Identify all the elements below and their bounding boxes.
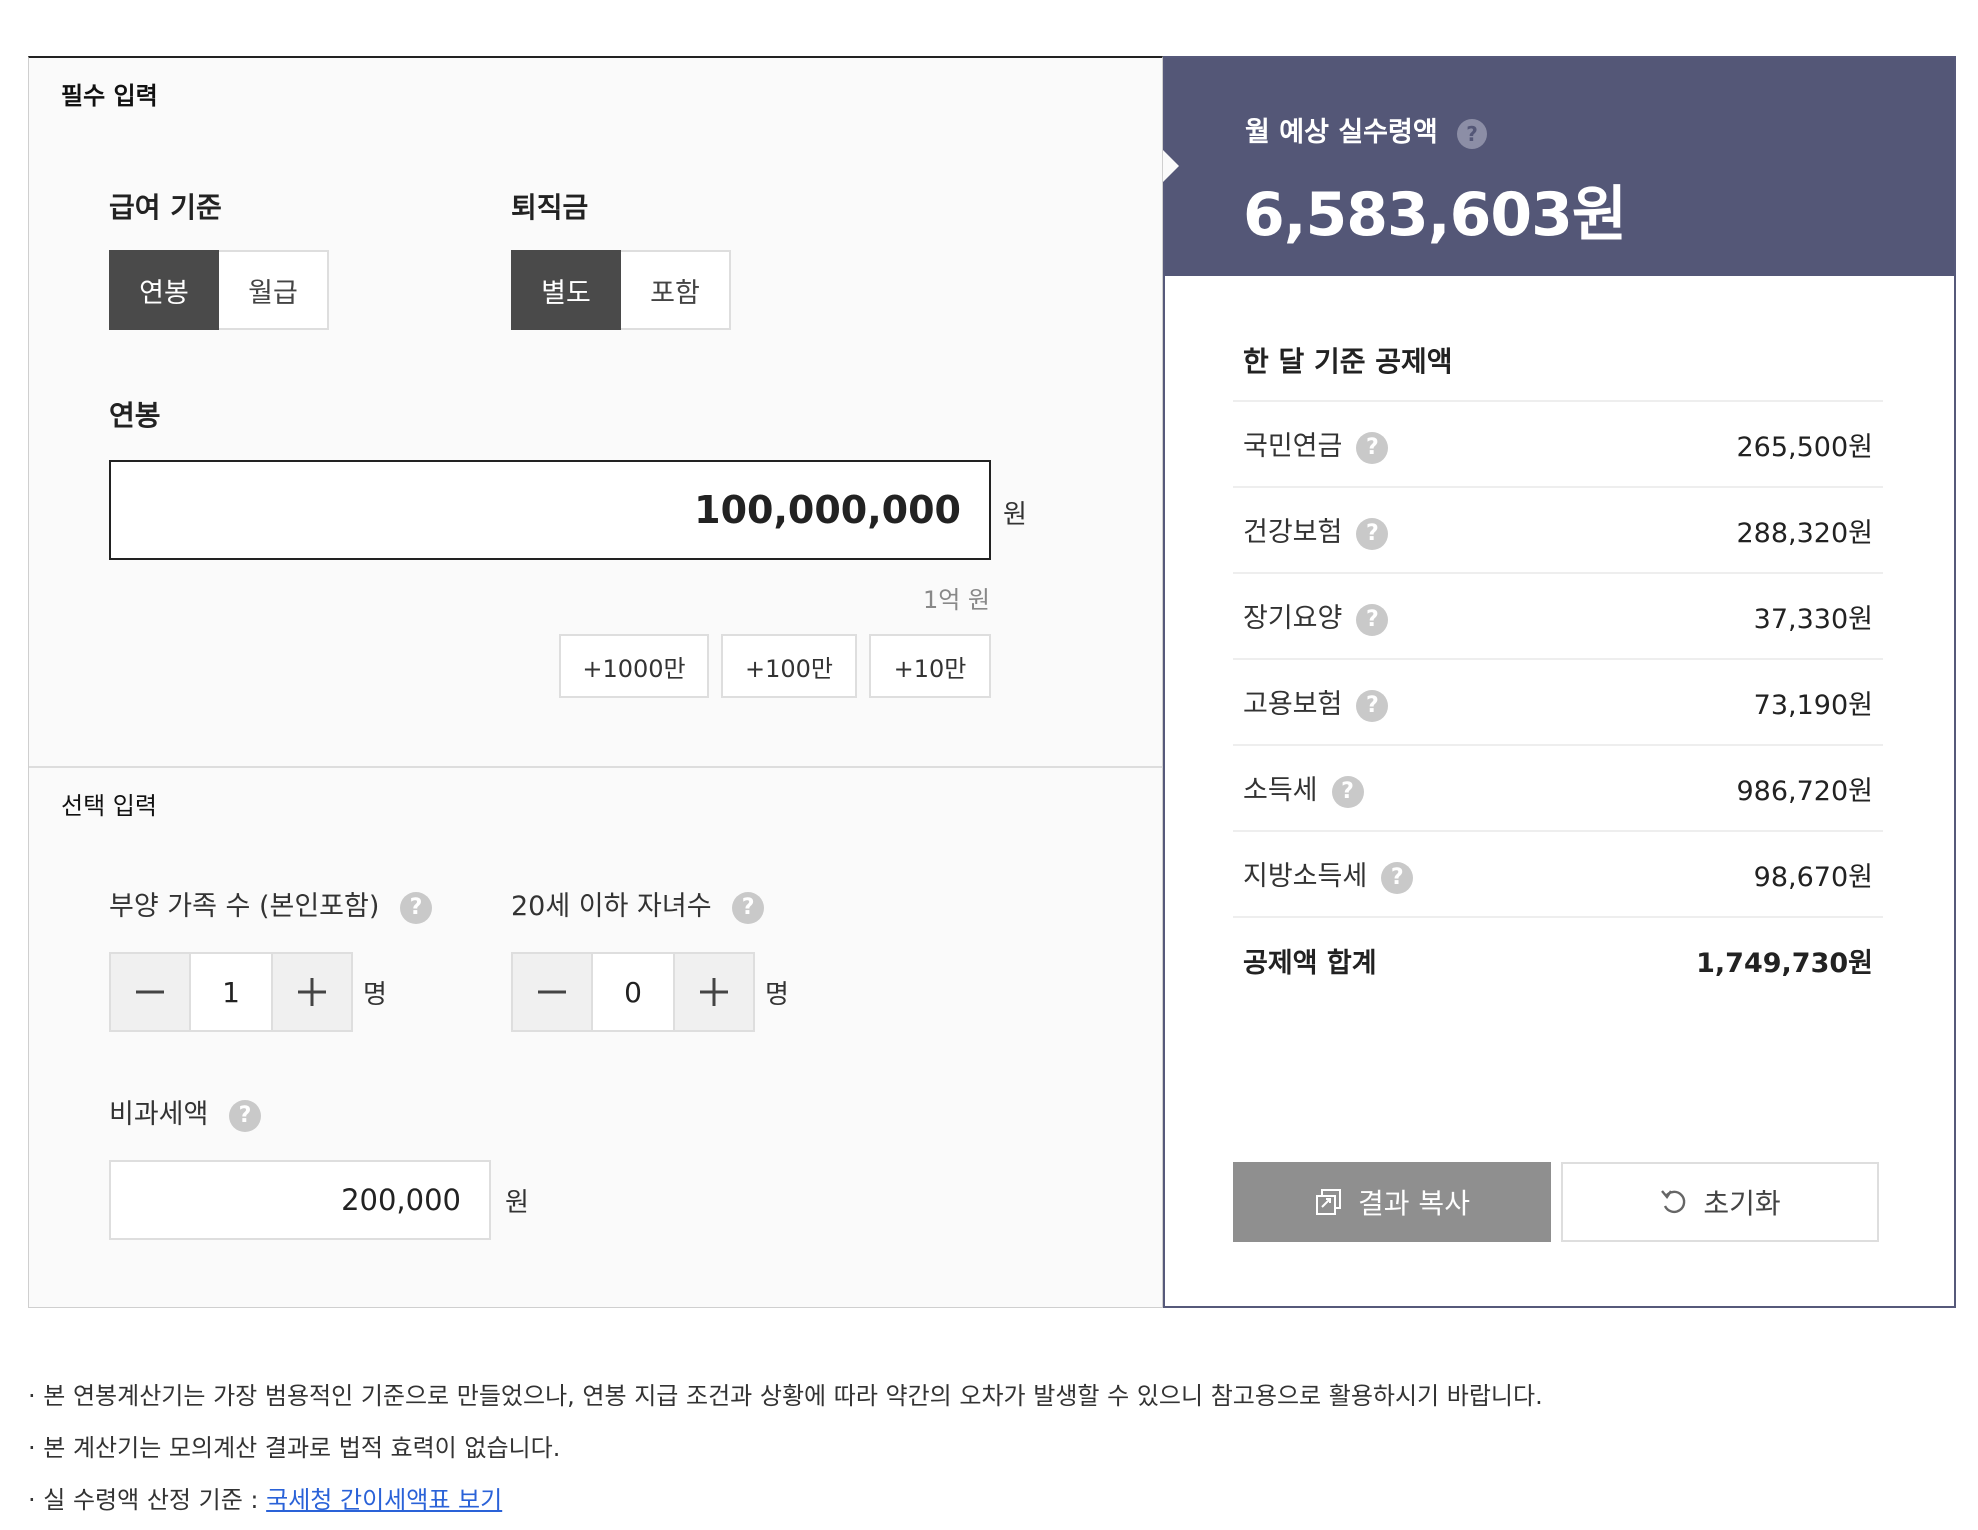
health-help-icon[interactable]: ? xyxy=(1356,517,1389,550)
local-tax-help-icon[interactable]: ? xyxy=(1381,861,1414,894)
minus-icon xyxy=(538,990,566,994)
children-value[interactable]: 0 xyxy=(591,954,675,1030)
dependents-unit: 명 xyxy=(363,980,387,1010)
tax-table-link[interactable]: 국세청 간이세액표 보기 xyxy=(266,1486,502,1514)
deduction-value: 37,330원 xyxy=(1753,603,1873,635)
deduction-name: 건강보험 xyxy=(1243,517,1343,549)
nontax-label: 비과세액 ? xyxy=(109,1092,261,1132)
longterm-care-help-icon[interactable]: ? xyxy=(1356,603,1389,636)
net-pay-amount: 6,583,603원 xyxy=(1243,180,1627,250)
deduction-row-total: 공제액 합계 1,749,730원 xyxy=(1233,916,1883,1002)
result-panel: 월 예상 실수령액 ? 6,583,603원 한 달 기준 공제액 국민연금? … xyxy=(1163,56,1956,1308)
nontax-label-text: 비과세액 xyxy=(109,1099,209,1130)
deduction-title: 한 달 기준 공제액 xyxy=(1243,345,1453,378)
deduction-value: 986,720원 xyxy=(1736,775,1874,807)
minus-icon xyxy=(136,990,164,994)
copy-result-label: 결과 복사 xyxy=(1358,1187,1470,1220)
dependents-stepper: 1 xyxy=(109,952,353,1032)
children-stepper: 0 xyxy=(511,952,755,1032)
pay-basis-toggle: 연봉 월급 xyxy=(109,250,329,330)
note-line-3-text: · 실 수령액 산정 기준 : xyxy=(28,1486,267,1514)
children-decrement-button[interactable] xyxy=(513,954,591,1030)
deduction-row-pension: 국민연금? 265,500원 xyxy=(1233,400,1883,486)
salary-label: 연봉 xyxy=(109,399,161,432)
salary-calculator: 필수 입력 급여 기준 연봉 월급 퇴직금 별도 포함 연봉 원 1억 원 +1… xyxy=(28,56,1956,1308)
reset-button[interactable]: 초기화 xyxy=(1561,1162,1879,1242)
pay-basis-annual-option[interactable]: 연봉 xyxy=(109,250,219,330)
required-section-title: 필수 입력 xyxy=(61,82,158,110)
deduction-value: 73,190원 xyxy=(1753,689,1873,721)
copy-result-button[interactable]: 결과 복사 xyxy=(1233,1162,1551,1242)
note-line-1: · 본 연봉계산기는 가장 범용적인 기준으로 만들었으나, 연봉 지급 조건과… xyxy=(28,1382,1543,1410)
deduction-name: 지방소득세 xyxy=(1243,861,1368,893)
nontax-input[interactable] xyxy=(109,1160,491,1240)
salary-unit: 원 xyxy=(1003,500,1027,530)
severance-label: 퇴직금 xyxy=(511,191,589,224)
deduction-value: 288,320원 xyxy=(1736,517,1874,549)
input-panel: 필수 입력 급여 기준 연봉 월급 퇴직금 별도 포함 연봉 원 1억 원 +1… xyxy=(28,56,1163,1308)
copy-icon xyxy=(1316,1189,1342,1215)
salary-input[interactable] xyxy=(109,460,991,560)
deduction-row-local-tax: 지방소득세? 98,670원 xyxy=(1233,830,1883,916)
plus-icon xyxy=(298,978,326,1006)
deduction-row-employment: 고용보험? 73,190원 xyxy=(1233,658,1883,744)
add-10m-button[interactable]: +1000만 xyxy=(559,634,709,698)
children-unit: 명 xyxy=(765,980,789,1010)
note-line-2: · 본 계산기는 모의계산 결과로 법적 효력이 없습니다. xyxy=(28,1434,561,1462)
note-line-3: · 실 수령액 산정 기준 : 국세청 간이세액표 보기 xyxy=(28,1474,1543,1526)
children-increment-button[interactable] xyxy=(675,954,753,1030)
dependents-help-icon[interactable]: ? xyxy=(399,891,432,924)
dependents-increment-button[interactable] xyxy=(273,954,351,1030)
dependents-label-text: 부양 가족 수 (본인포함) xyxy=(109,891,380,922)
deduction-total-name: 공제액 합계 xyxy=(1243,947,1377,979)
add-1m-button[interactable]: +100만 xyxy=(721,634,857,698)
severance-included-option[interactable]: 포함 xyxy=(621,250,731,330)
children-label: 20세 이하 자녀수 ? xyxy=(511,884,765,924)
children-label-text: 20세 이하 자녀수 xyxy=(511,891,712,922)
pension-help-icon[interactable]: ? xyxy=(1356,431,1389,464)
deduction-value: 98,670원 xyxy=(1753,861,1873,893)
panel-pointer xyxy=(1163,150,1179,182)
deduction-name: 고용보험 xyxy=(1243,689,1343,721)
severance-toggle: 별도 포함 xyxy=(511,250,731,330)
severance-separate-option[interactable]: 별도 xyxy=(511,250,621,330)
result-title-text: 월 예상 실수령액 xyxy=(1245,117,1438,148)
dependents-decrement-button[interactable] xyxy=(111,954,189,1030)
salary-hint: 1억 원 xyxy=(922,586,990,614)
deduction-row-health: 건강보험? 288,320원 xyxy=(1233,486,1883,572)
deduction-name: 소득세 xyxy=(1243,775,1318,807)
result-header: 월 예상 실수령액 ? 6,583,603원 xyxy=(1163,58,1954,276)
add-100k-button[interactable]: +10만 xyxy=(869,634,991,698)
reset-icon xyxy=(1661,1190,1686,1214)
reset-label: 초기화 xyxy=(1703,1187,1781,1220)
deduction-name: 장기요양 xyxy=(1243,603,1343,635)
deduction-row-longterm-care: 장기요양? 37,330원 xyxy=(1233,572,1883,658)
dependents-label: 부양 가족 수 (본인포함) ? xyxy=(109,884,432,924)
deduction-total-value: 1,749,730원 xyxy=(1696,947,1873,979)
pay-basis-monthly-option[interactable]: 월급 xyxy=(219,250,329,330)
children-help-icon[interactable]: ? xyxy=(732,891,765,924)
deduction-row-income-tax: 소득세? 986,720원 xyxy=(1233,744,1883,830)
deduction-value: 265,500원 xyxy=(1736,431,1874,463)
pay-basis-label: 급여 기준 xyxy=(109,191,222,224)
result-title: 월 예상 실수령액 ? xyxy=(1245,110,1488,149)
deduction-name: 국민연금 xyxy=(1243,431,1343,463)
nontax-unit: 원 xyxy=(505,1188,529,1218)
employment-help-icon[interactable]: ? xyxy=(1356,689,1389,722)
deduction-list: 국민연금? 265,500원 건강보험? 288,320원 장기요양? 37,3… xyxy=(1233,400,1883,1002)
optional-section-title: 선택 입력 xyxy=(61,792,157,820)
nontax-help-icon[interactable]: ? xyxy=(228,1099,261,1132)
income-tax-help-icon[interactable]: ? xyxy=(1331,775,1364,808)
disclaimer-notes: · 본 연봉계산기는 가장 범용적인 기준으로 만들었으나, 연봉 지급 조건과… xyxy=(28,1370,1543,1526)
dependents-value[interactable]: 1 xyxy=(189,954,273,1030)
result-help-icon[interactable]: ? xyxy=(1457,118,1488,149)
plus-icon xyxy=(700,978,728,1006)
section-divider xyxy=(29,766,1162,768)
